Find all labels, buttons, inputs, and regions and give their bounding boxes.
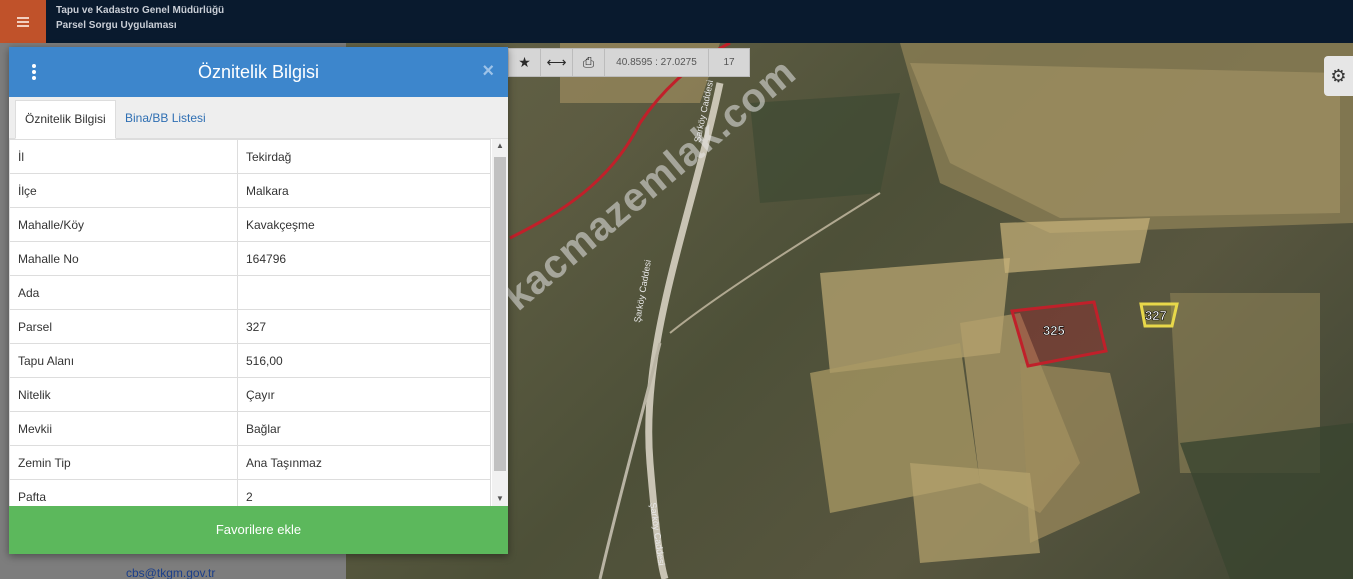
coordinate-readout: 40.8595 : 27.0275 bbox=[605, 49, 709, 76]
dialog-title: Öznitelik Bilgisi bbox=[197, 62, 320, 82]
parcel-label-327: 327 bbox=[1145, 308, 1167, 323]
attribute-value: 516,00 bbox=[237, 343, 491, 378]
table-row: Pafta 2 bbox=[9, 479, 491, 506]
hamburger-menu-button[interactable] bbox=[0, 0, 46, 43]
attribute-value: Çayır bbox=[237, 377, 491, 412]
attribute-key: Parsel bbox=[9, 309, 238, 344]
attribute-key: Mahalle/Köy bbox=[9, 207, 238, 242]
attribute-key: Mahalle No bbox=[9, 241, 238, 276]
tab-attribute-info[interactable]: Öznitelik Bilgisi bbox=[15, 100, 116, 139]
top-bar: Tapu ve Kadastro Genel Müdürlüğü Parsel … bbox=[0, 0, 1353, 43]
attribute-key: Nitelik bbox=[9, 377, 238, 412]
menu-icon bbox=[17, 16, 29, 27]
dialog-tabs: Öznitelik Bilgisi Bina/BB Listesi bbox=[9, 97, 508, 139]
zoom-level: 17 bbox=[723, 57, 735, 68]
measure-button[interactable]: ⟷ bbox=[541, 49, 573, 76]
attribute-table: İl Tekirdağ İlçe Malkara Mahalle/Köy Kavakç… bbox=[9, 139, 491, 506]
scrollbar-thumb[interactable] bbox=[494, 157, 506, 471]
scroll-up-arrow-icon[interactable]: ▲ bbox=[492, 139, 508, 153]
printer-icon: ⎙ bbox=[582, 54, 595, 70]
table-row: Ada bbox=[9, 275, 491, 310]
attribute-info-dialog: Öznitelik Bilgisi × Öznitelik Bilgisi Bi… bbox=[9, 47, 508, 554]
table-row: Zemin Tip Ana Taşınmaz bbox=[9, 445, 491, 480]
print-button[interactable]: ⎙ bbox=[573, 49, 605, 76]
attribute-key: İl bbox=[9, 139, 238, 174]
settings-button[interactable]: ⚙ bbox=[1324, 56, 1353, 96]
app-title-line1: Tapu ve Kadastro Genel Müdürlüğü bbox=[56, 5, 225, 16]
attribute-key: Mevkii bbox=[9, 411, 238, 446]
app-title: Tapu ve Kadastro Genel Müdürlüğü Parsel … bbox=[56, 3, 224, 33]
attribute-table-container: İl Tekirdağ İlçe Malkara Mahalle/Köy Kavakç… bbox=[9, 139, 492, 506]
horizontal-arrows-icon: ⟷ bbox=[546, 54, 567, 70]
attribute-value: Malkara bbox=[237, 173, 491, 208]
attribute-value: 164796 bbox=[237, 241, 491, 276]
close-icon[interactable]: × bbox=[482, 60, 494, 83]
road-label: Şarköy Caddesi bbox=[648, 502, 667, 566]
gear-icon: ⚙ bbox=[1330, 65, 1347, 86]
add-to-favorites-button[interactable]: Favorilere ekle bbox=[9, 506, 508, 554]
attribute-value: Ana Taşınmaz bbox=[237, 445, 491, 480]
attribute-key: Pafta bbox=[9, 479, 238, 506]
contact-email-link[interactable]: cbs@tkgm.gov.tr bbox=[126, 566, 215, 579]
table-row: Mahalle No 164796 bbox=[9, 241, 491, 276]
attribute-value: Bağlar bbox=[237, 411, 491, 446]
attribute-value bbox=[237, 275, 491, 310]
table-row: Mahalle/Köy Kavakçeşme bbox=[9, 207, 491, 242]
map-toolbar: ★ ⟷ ⎙ 40.8595 : 27.0275 17 bbox=[508, 48, 750, 77]
table-scrollbar[interactable]: ▲ ▼ bbox=[492, 139, 508, 506]
attribute-key: Tapu Alanı bbox=[9, 343, 238, 378]
attribute-value: Kavakçeşme bbox=[237, 207, 491, 242]
app-title-line2: Parsel Sorgu Uygulaması bbox=[56, 20, 177, 31]
attribute-value: Tekirdağ bbox=[237, 139, 491, 174]
attribute-key: Zemin Tip bbox=[9, 445, 238, 480]
attribute-value: 327 bbox=[237, 309, 491, 344]
parcel-label-325: 325 bbox=[1043, 323, 1065, 338]
road-label: Şarköy Caddesi bbox=[632, 259, 653, 323]
favorite-star-button[interactable]: ★ bbox=[509, 49, 541, 76]
tab-building-list[interactable]: Bina/BB Listesi bbox=[116, 100, 215, 139]
table-row: Tapu Alanı 516,00 bbox=[9, 343, 491, 378]
table-row: Mevkii Bağlar bbox=[9, 411, 491, 446]
dialog-header: Öznitelik Bilgisi × bbox=[9, 47, 508, 97]
table-row: İl Tekirdağ bbox=[9, 139, 491, 174]
attribute-value: 2 bbox=[237, 479, 491, 506]
table-row: Parsel 327 bbox=[9, 309, 491, 344]
table-row: İlçe Malkara bbox=[9, 173, 491, 208]
table-row: Nitelik Çayır bbox=[9, 377, 491, 412]
star-icon: ★ bbox=[518, 54, 531, 70]
attribute-key: İlçe bbox=[9, 173, 238, 208]
attribute-key: Ada bbox=[9, 275, 238, 310]
scroll-down-arrow-icon[interactable]: ▼ bbox=[492, 492, 508, 506]
